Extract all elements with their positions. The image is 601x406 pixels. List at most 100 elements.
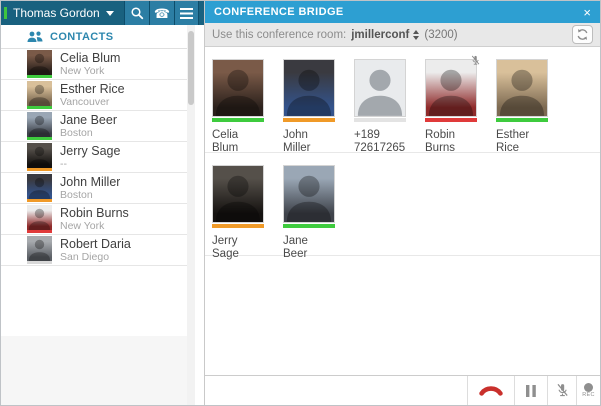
- avatar: [27, 50, 52, 78]
- presence-status-bar: [27, 261, 52, 264]
- contacts-scrollbar[interactable]: [187, 25, 195, 405]
- contact-list-item[interactable]: Robert Daria San Diego: [1, 235, 187, 266]
- participant-status-bar: [354, 118, 406, 122]
- participant-tile[interactable]: Esther Rice: [496, 59, 567, 154]
- close-icon[interactable]: ×: [583, 6, 591, 19]
- person-silhouette-icon: [215, 69, 261, 116]
- menu-icon: [180, 7, 193, 19]
- room-label: Use this conference room:: [212, 28, 347, 41]
- contact-location: Boston: [60, 127, 93, 139]
- participant-name-line1: Jerry: [212, 235, 238, 247]
- contact-list-item[interactable]: Esther Rice Vancouver: [1, 80, 187, 111]
- contact-location: New York: [60, 65, 105, 77]
- contact-list-item[interactable]: Celia Blum New York: [1, 49, 187, 80]
- record-label: REC: [582, 392, 595, 398]
- record-button[interactable]: REC: [576, 376, 600, 405]
- avatar: [27, 174, 52, 202]
- presence-indicator: [4, 7, 7, 19]
- mute-microphone-icon: [557, 383, 568, 397]
- participant-tile[interactable]: Jerry Sage: [212, 165, 283, 260]
- room-selector[interactable]: jmillerconf: [351, 28, 420, 41]
- participant-photo: [354, 59, 406, 117]
- participant-name-line1: Esther: [496, 129, 530, 141]
- contact-name: Robert Daria: [60, 237, 131, 251]
- participant-status-bar: [283, 224, 335, 228]
- participant-tile[interactable]: Celia Blum: [212, 59, 283, 154]
- conference-title: CONFERENCE BRIDGE: [214, 6, 344, 18]
- current-user-name[interactable]: Thomas Gordon: [13, 6, 100, 20]
- titlebar: Thomas Gordon ☎: [1, 1, 204, 25]
- participant-name-line2: Beer: [283, 248, 308, 260]
- contact-list-item[interactable]: John Miller Boston: [1, 173, 187, 204]
- room-extension: (3200): [424, 28, 458, 41]
- participant-name-line2: 72617265: [354, 142, 406, 154]
- contact-name: John Miller: [60, 175, 121, 189]
- scrollbar-thumb[interactable]: [188, 31, 194, 105]
- person-silhouette-icon: [215, 175, 261, 222]
- hold-button[interactable]: [514, 376, 547, 405]
- panel-gap: [195, 25, 204, 405]
- participant-name-line1: +189: [354, 129, 380, 141]
- contacts-panel: CONTACTS Celia Blum New York Esther Rice…: [1, 25, 204, 405]
- participant-tile[interactable]: Jane Beer: [283, 165, 354, 260]
- contact-location: Vancouver: [60, 96, 110, 108]
- presence-status-bar: [27, 137, 52, 140]
- contacts-people-icon: [27, 31, 43, 42]
- muted-microphone-icon: [470, 53, 481, 71]
- contact-name: Jane Beer: [60, 113, 117, 127]
- chevron-down-icon[interactable]: [105, 10, 114, 16]
- avatar: [27, 81, 52, 109]
- contact-name: Robin Burns: [60, 206, 129, 220]
- contact-list-item[interactable]: Jerry Sage --: [1, 142, 187, 173]
- hangup-call-button[interactable]: [467, 376, 514, 405]
- room-name: jmillerconf: [351, 28, 410, 41]
- person-silhouette-icon: [286, 69, 332, 116]
- contact-name: Jerry Sage: [60, 144, 121, 158]
- person-silhouette-icon: [28, 177, 51, 199]
- search-button[interactable]: [124, 1, 149, 25]
- avatar: [27, 112, 52, 140]
- person-silhouette-icon: [28, 239, 51, 261]
- participants-area: Celia Blum John Miller +189 72617265 Rob…: [205, 47, 600, 375]
- participant-status-bar: [425, 118, 477, 122]
- conference-room-bar: Use this conference room: jmillerconf (3…: [205, 23, 600, 47]
- contacts-list: Celia Blum New York Esther Rice Vancouve…: [1, 49, 187, 336]
- participant-tile[interactable]: John Miller: [283, 59, 354, 154]
- presence-status-bar: [27, 75, 52, 78]
- person-silhouette-icon: [28, 53, 51, 75]
- participant-name-line1: Jane: [283, 235, 308, 247]
- participant-photo: [212, 165, 264, 223]
- refresh-icon: [577, 29, 588, 40]
- person-silhouette-icon: [28, 115, 51, 137]
- avatar: [27, 143, 52, 171]
- participant-status-bar: [283, 118, 335, 122]
- app-window: Thomas Gordon ☎ CONTACTS Celia Blum New …: [0, 0, 601, 406]
- record-icon: [584, 383, 593, 392]
- participant-photo: [283, 165, 335, 223]
- person-silhouette-icon: [499, 69, 545, 116]
- participant-tile[interactable]: Robin Burns: [425, 55, 496, 154]
- contacts-title: CONTACTS: [50, 30, 114, 43]
- contact-location: Boston: [60, 189, 93, 201]
- search-icon: [131, 7, 144, 20]
- participants-row-1: Celia Blum John Miller +189 72617265 Rob…: [205, 47, 600, 154]
- hangup-call-icon: [479, 386, 503, 396]
- contact-location: San Diego: [60, 251, 110, 263]
- refresh-button[interactable]: [572, 25, 593, 44]
- dialpad-button[interactable]: ☎: [149, 1, 174, 25]
- person-silhouette-icon: [28, 208, 51, 230]
- presence-status-bar: [27, 168, 52, 171]
- contact-location: --: [60, 158, 67, 170]
- participant-name-line1: Celia: [212, 129, 239, 141]
- participant-tile[interactable]: +189 72617265: [354, 59, 425, 154]
- contact-list-item[interactable]: Jane Beer Boston: [1, 111, 187, 142]
- participant-name-line2: Rice: [496, 142, 520, 154]
- participant-status-bar: [212, 224, 264, 228]
- menu-button[interactable]: [174, 1, 199, 25]
- contact-location: New York: [60, 220, 105, 232]
- hold-pause-icon: [526, 384, 536, 397]
- contact-list-item[interactable]: Robin Burns New York: [1, 204, 187, 235]
- participant-name-line1: Robin: [425, 129, 456, 141]
- contacts-header: CONTACTS: [1, 25, 187, 49]
- mute-microphone-button[interactable]: [547, 376, 576, 405]
